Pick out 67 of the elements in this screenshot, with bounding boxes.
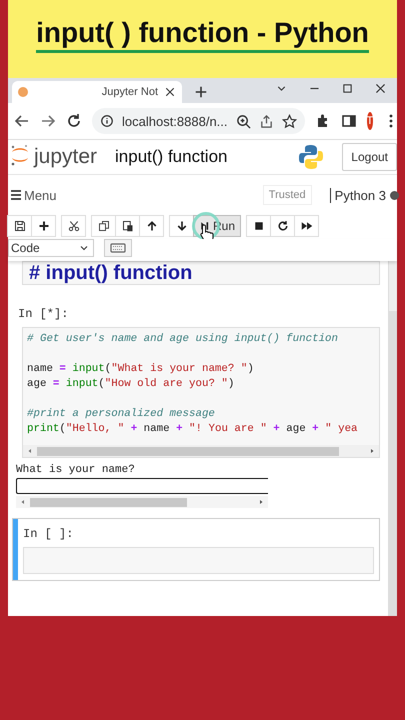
side-panel-icon[interactable] — [340, 113, 357, 129]
restart-button[interactable] — [270, 215, 296, 237]
forward-icon — [300, 220, 313, 232]
horizontal-scrollbar[interactable] — [23, 445, 379, 457]
kernel-name[interactable]: Python 3 — [330, 188, 386, 202]
input-prompt: In [ ]: — [23, 527, 74, 541]
output-prompt-text: What is your name? — [16, 464, 136, 476]
back-icon[interactable] — [14, 113, 30, 129]
banner-title: input( ) function - Python — [36, 16, 369, 53]
code-line: #print a personalized message — [27, 407, 216, 422]
scroll-left-icon[interactable] — [19, 498, 27, 506]
input-prompt: In [*]: — [18, 307, 70, 321]
stop-button[interactable] — [246, 215, 272, 237]
up-icon — [146, 220, 158, 232]
browser-tab[interactable]: Jupyter Not — [12, 81, 182, 103]
scroll-right-icon[interactable] — [368, 447, 376, 455]
run-button[interactable]: Run — [193, 215, 242, 237]
add-cell-button[interactable] — [31, 215, 56, 237]
python-logo-icon — [298, 144, 324, 170]
app-name: jupyter — [34, 145, 98, 169]
tab-favicon-icon — [18, 87, 28, 97]
save-button[interactable] — [7, 215, 32, 237]
copy-icon — [98, 220, 110, 232]
cell-type-dropdown[interactable]: Code — [8, 239, 94, 257]
scroll-right-icon[interactable] — [257, 498, 265, 506]
code-line: # Get user's name and age using input() function — [27, 332, 340, 347]
maximize-icon[interactable] — [341, 82, 354, 95]
scroll-left-icon[interactable] — [26, 447, 34, 455]
hamburger-icon — [10, 189, 22, 201]
tab-close-icon[interactable] — [164, 86, 176, 98]
new-tab-icon[interactable] — [194, 85, 208, 99]
cut-button[interactable] — [61, 215, 86, 237]
down-icon — [176, 220, 188, 232]
horizontal-scrollbar[interactable] — [16, 496, 268, 508]
markdown-heading: # input() function — [28, 262, 194, 284]
forward-icon[interactable] — [40, 113, 56, 129]
menu-button[interactable]: Menu — [8, 188, 59, 202]
code-editor[interactable]: # Get user's name and age using input() function name = input("What is your name? ") age = input("How old are you? ") #print a personalized message print("Hello, " + name + "! You are " + age + " yea — [22, 327, 380, 458]
trusted-indicator[interactable]: Trusted — [262, 185, 312, 205]
paste-icon — [122, 220, 134, 232]
bookmark-star-icon[interactable] — [282, 114, 297, 128]
markdown-cell[interactable]: # input() function — [22, 261, 380, 285]
move-down-button[interactable] — [169, 215, 194, 237]
paste-button[interactable] — [115, 215, 140, 237]
share-icon[interactable] — [258, 114, 274, 128]
info-icon — [100, 114, 114, 128]
cut-icon — [68, 220, 80, 232]
keyboard-shortcuts-button[interactable] — [104, 239, 132, 257]
restart-icon — [276, 220, 289, 232]
add-icon — [38, 220, 50, 232]
profile-avatar[interactable]: T — [366, 112, 374, 130]
run-all-button[interactable] — [294, 215, 320, 237]
stdin-input-field[interactable] — [16, 478, 268, 494]
stop-icon — [252, 220, 265, 232]
vertical-scrollbar[interactable] — [389, 311, 397, 616]
move-up-button[interactable] — [139, 215, 164, 237]
save-icon — [14, 220, 26, 232]
copy-button[interactable] — [91, 215, 116, 237]
code-line: age = input("How old are you? ") — [27, 377, 236, 392]
code-line: print("Hello, " + name + "! You are " + age + " yea — [27, 422, 359, 437]
notebook-title[interactable]: input() function — [115, 147, 228, 167]
code-line: name = input("What is your name? ") — [27, 362, 255, 377]
logout-button[interactable]: Logout — [342, 143, 397, 171]
zoom-icon[interactable] — [236, 114, 251, 128]
close-icon[interactable] — [374, 82, 387, 95]
reload-icon[interactable] — [66, 113, 82, 129]
address-field[interactable]: localhost:8888/n... — [92, 108, 305, 134]
